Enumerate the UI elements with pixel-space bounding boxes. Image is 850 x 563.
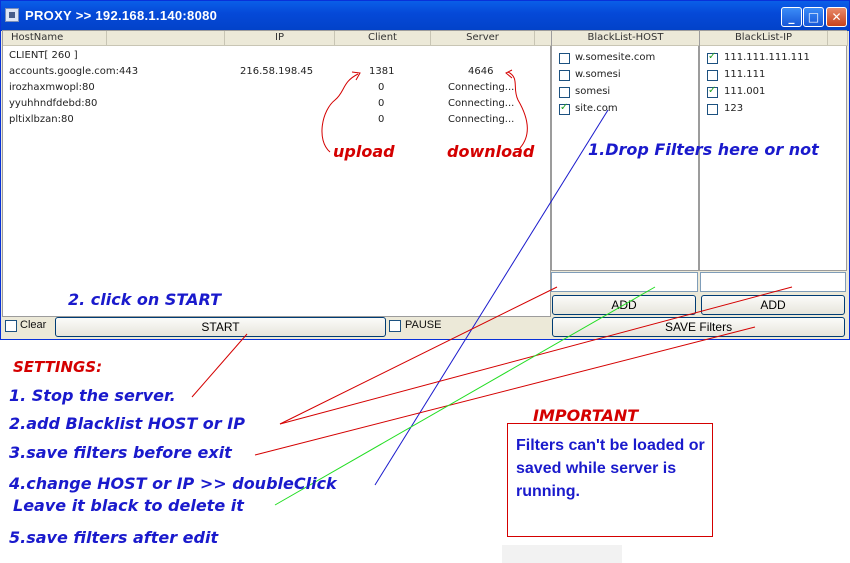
- table-row[interactable]: accounts.google.com:443 216.58.198.45 13…: [3, 66, 552, 81]
- cell-client: 0: [378, 98, 385, 109]
- cell-server: Connecting...: [448, 114, 515, 125]
- col-header-server[interactable]: Server: [431, 31, 535, 46]
- cell-host: irozhaxmwopl:80: [9, 82, 95, 93]
- important-note-text: Filters can't be loaded or saved while s…: [516, 437, 705, 500]
- blacklist-ip-header-spacer: [828, 31, 848, 46]
- cell-host: yyuhhndfdebd:80: [9, 98, 98, 109]
- close-button[interactable]: ✕: [826, 7, 847, 27]
- step4b-annotation: Leave it black to delete it: [13, 496, 244, 515]
- cell-host: CLIENT[ 260 ]: [9, 50, 78, 61]
- cell-client: 0: [378, 114, 385, 125]
- host-filter-label[interactable]: somesi: [575, 86, 610, 97]
- blacklist-ip-header[interactable]: BlackList-IP: [700, 31, 828, 46]
- table-row[interactable]: irozhaxmwopl:80 0 Connecting...: [3, 82, 552, 97]
- proxy-window: PROXY >> 192.168.1.140:8080 _ □ ✕ HostNa…: [0, 0, 850, 340]
- cell-server: 4646: [468, 66, 494, 77]
- window-title: PROXY >> 192.168.1.140:8080: [25, 8, 218, 23]
- ip-filter-checkbox[interactable]: [707, 70, 718, 81]
- cell-host: pltixlbzan:80: [9, 114, 74, 125]
- ip-filter-input[interactable]: [700, 272, 846, 292]
- cell-ip: 216.58.198.45: [240, 66, 314, 77]
- add-ip-button[interactable]: ADD: [701, 295, 845, 315]
- line-stop-server: [191, 333, 248, 398]
- ip-filter-label[interactable]: 111.001: [724, 86, 765, 97]
- col-header-hostname[interactable]: HostName: [3, 31, 107, 46]
- pause-label[interactable]: PAUSE: [405, 319, 441, 331]
- ip-filter-checkbox[interactable]: [707, 51, 718, 64]
- maximize-button[interactable]: □: [803, 7, 824, 27]
- host-filter-label[interactable]: w.somesi: [575, 69, 621, 80]
- ip-filter-label[interactable]: 111.111: [724, 69, 765, 80]
- host-filter-checkbox[interactable]: [559, 87, 570, 98]
- table-row[interactable]: CLIENT[ 260 ]: [3, 50, 552, 65]
- col-header-extra: [535, 31, 552, 46]
- cell-client: 0: [378, 82, 385, 93]
- important-note-box: Filters can't be loaded or saved while s…: [507, 423, 713, 537]
- col-header-ip[interactable]: IP: [225, 31, 335, 46]
- host-filter-checkbox[interactable]: [559, 70, 570, 81]
- download-annotation: download: [447, 142, 535, 161]
- background-strip: [502, 545, 622, 563]
- clear-label[interactable]: Clear: [20, 319, 46, 331]
- ip-filter-label[interactable]: 111.111.111.111: [724, 52, 810, 63]
- click-start-annotation: 2. click on START: [68, 290, 221, 309]
- start-button[interactable]: START: [55, 317, 386, 337]
- step1-annotation: 1. Stop the server.: [9, 386, 176, 405]
- pause-checkbox[interactable]: [389, 320, 401, 332]
- step4-annotation: 4.change HOST or IP >> doubleClick: [9, 474, 337, 493]
- host-filter-input[interactable]: [551, 272, 698, 292]
- connections-list[interactable]: HostName IP Client Server CLIENT[ 260 ] …: [2, 30, 552, 317]
- step2-annotation: 2.add Blacklist HOST or IP: [9, 414, 245, 433]
- clear-checkbox[interactable]: [5, 320, 17, 332]
- ip-filter-checkbox[interactable]: [707, 85, 718, 98]
- host-filter-label[interactable]: w.somesite.com: [575, 52, 655, 63]
- table-row[interactable]: pltixlbzan:80 0 Connecting...: [3, 114, 552, 129]
- upload-annotation: upload: [333, 142, 395, 161]
- drop-filters-annotation: 1.Drop Filters here or not: [588, 140, 819, 159]
- settings-heading: SETTINGS:: [13, 358, 103, 376]
- ip-filter-checkbox[interactable]: [707, 104, 718, 115]
- col-header-client[interactable]: Client: [335, 31, 431, 46]
- table-row[interactable]: yyuhhndfdebd:80 0 Connecting...: [3, 98, 552, 113]
- col-header-hostname-spacer: [107, 31, 225, 46]
- add-host-button[interactable]: ADD: [552, 295, 696, 315]
- host-filter-checkbox[interactable]: [559, 53, 570, 64]
- cell-server: Connecting...: [448, 98, 515, 109]
- host-filter-checkbox[interactable]: [559, 102, 570, 115]
- cell-host: accounts.google.com:443: [9, 66, 139, 77]
- blacklist-host-header[interactable]: BlackList-HOST: [552, 31, 700, 46]
- minimize-button[interactable]: _: [781, 7, 802, 27]
- title-bar[interactable]: PROXY >> 192.168.1.140:8080 _ □ ✕: [1, 1, 849, 31]
- cell-server: Connecting...: [448, 82, 515, 93]
- host-filter-label[interactable]: site.com: [575, 103, 618, 114]
- app-icon: [5, 8, 19, 22]
- step3-annotation: 3.save filters before exit: [9, 443, 232, 462]
- save-filters-button[interactable]: SAVE Filters: [552, 317, 845, 337]
- ip-filter-label[interactable]: 123: [724, 103, 743, 114]
- step5-annotation: 5.save filters after edit: [9, 528, 219, 547]
- cell-client: 1381: [369, 66, 395, 77]
